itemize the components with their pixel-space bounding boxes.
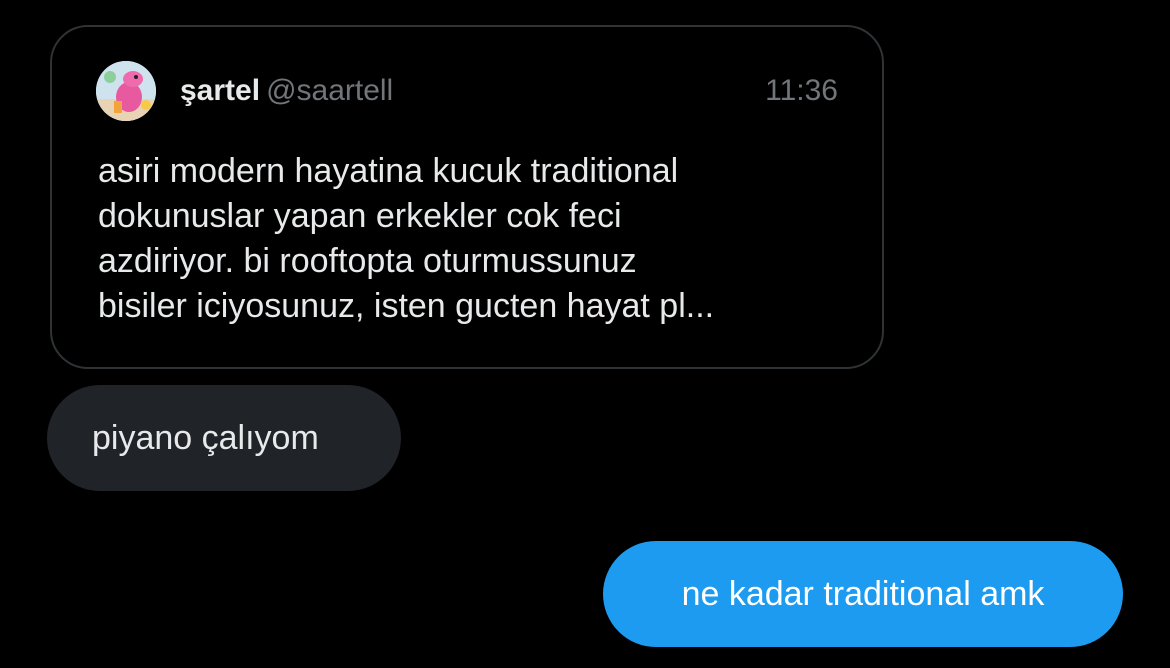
received-message-bubble[interactable]: piyano çalıyom bbox=[47, 385, 401, 491]
quoted-post-text-line: bisiler iciyosunuz, isten gucten hayat p… bbox=[98, 287, 715, 325]
author-handle[interactable]: @saartell bbox=[266, 74, 393, 107]
quoted-post-text: asiri modern hayatina kucuk traditional … bbox=[98, 149, 838, 329]
quoted-post-text-line: dokunuslar yapan erkekler cok feci bbox=[98, 197, 622, 235]
post-timestamp: 11:36 bbox=[765, 74, 838, 107]
quoted-post-text-line: azdiriyor. bi rooftopta oturmussunuz bbox=[98, 242, 637, 280]
quoted-post-text-line: asiri modern hayatina kucuk traditional bbox=[98, 152, 679, 190]
pink-lizard-avatar-icon bbox=[96, 61, 156, 121]
message-status-cut-off bbox=[938, 656, 1098, 668]
author-avatar[interactable] bbox=[96, 61, 156, 121]
author-name[interactable]: şartel bbox=[180, 74, 260, 107]
sent-message-bubble[interactable]: ne kadar traditional amk bbox=[603, 541, 1123, 647]
author-line: şartel @saartell bbox=[180, 73, 393, 109]
quoted-post-card[interactable]: şartel @saartell 11:36 asiri modern hayat… bbox=[50, 25, 884, 369]
